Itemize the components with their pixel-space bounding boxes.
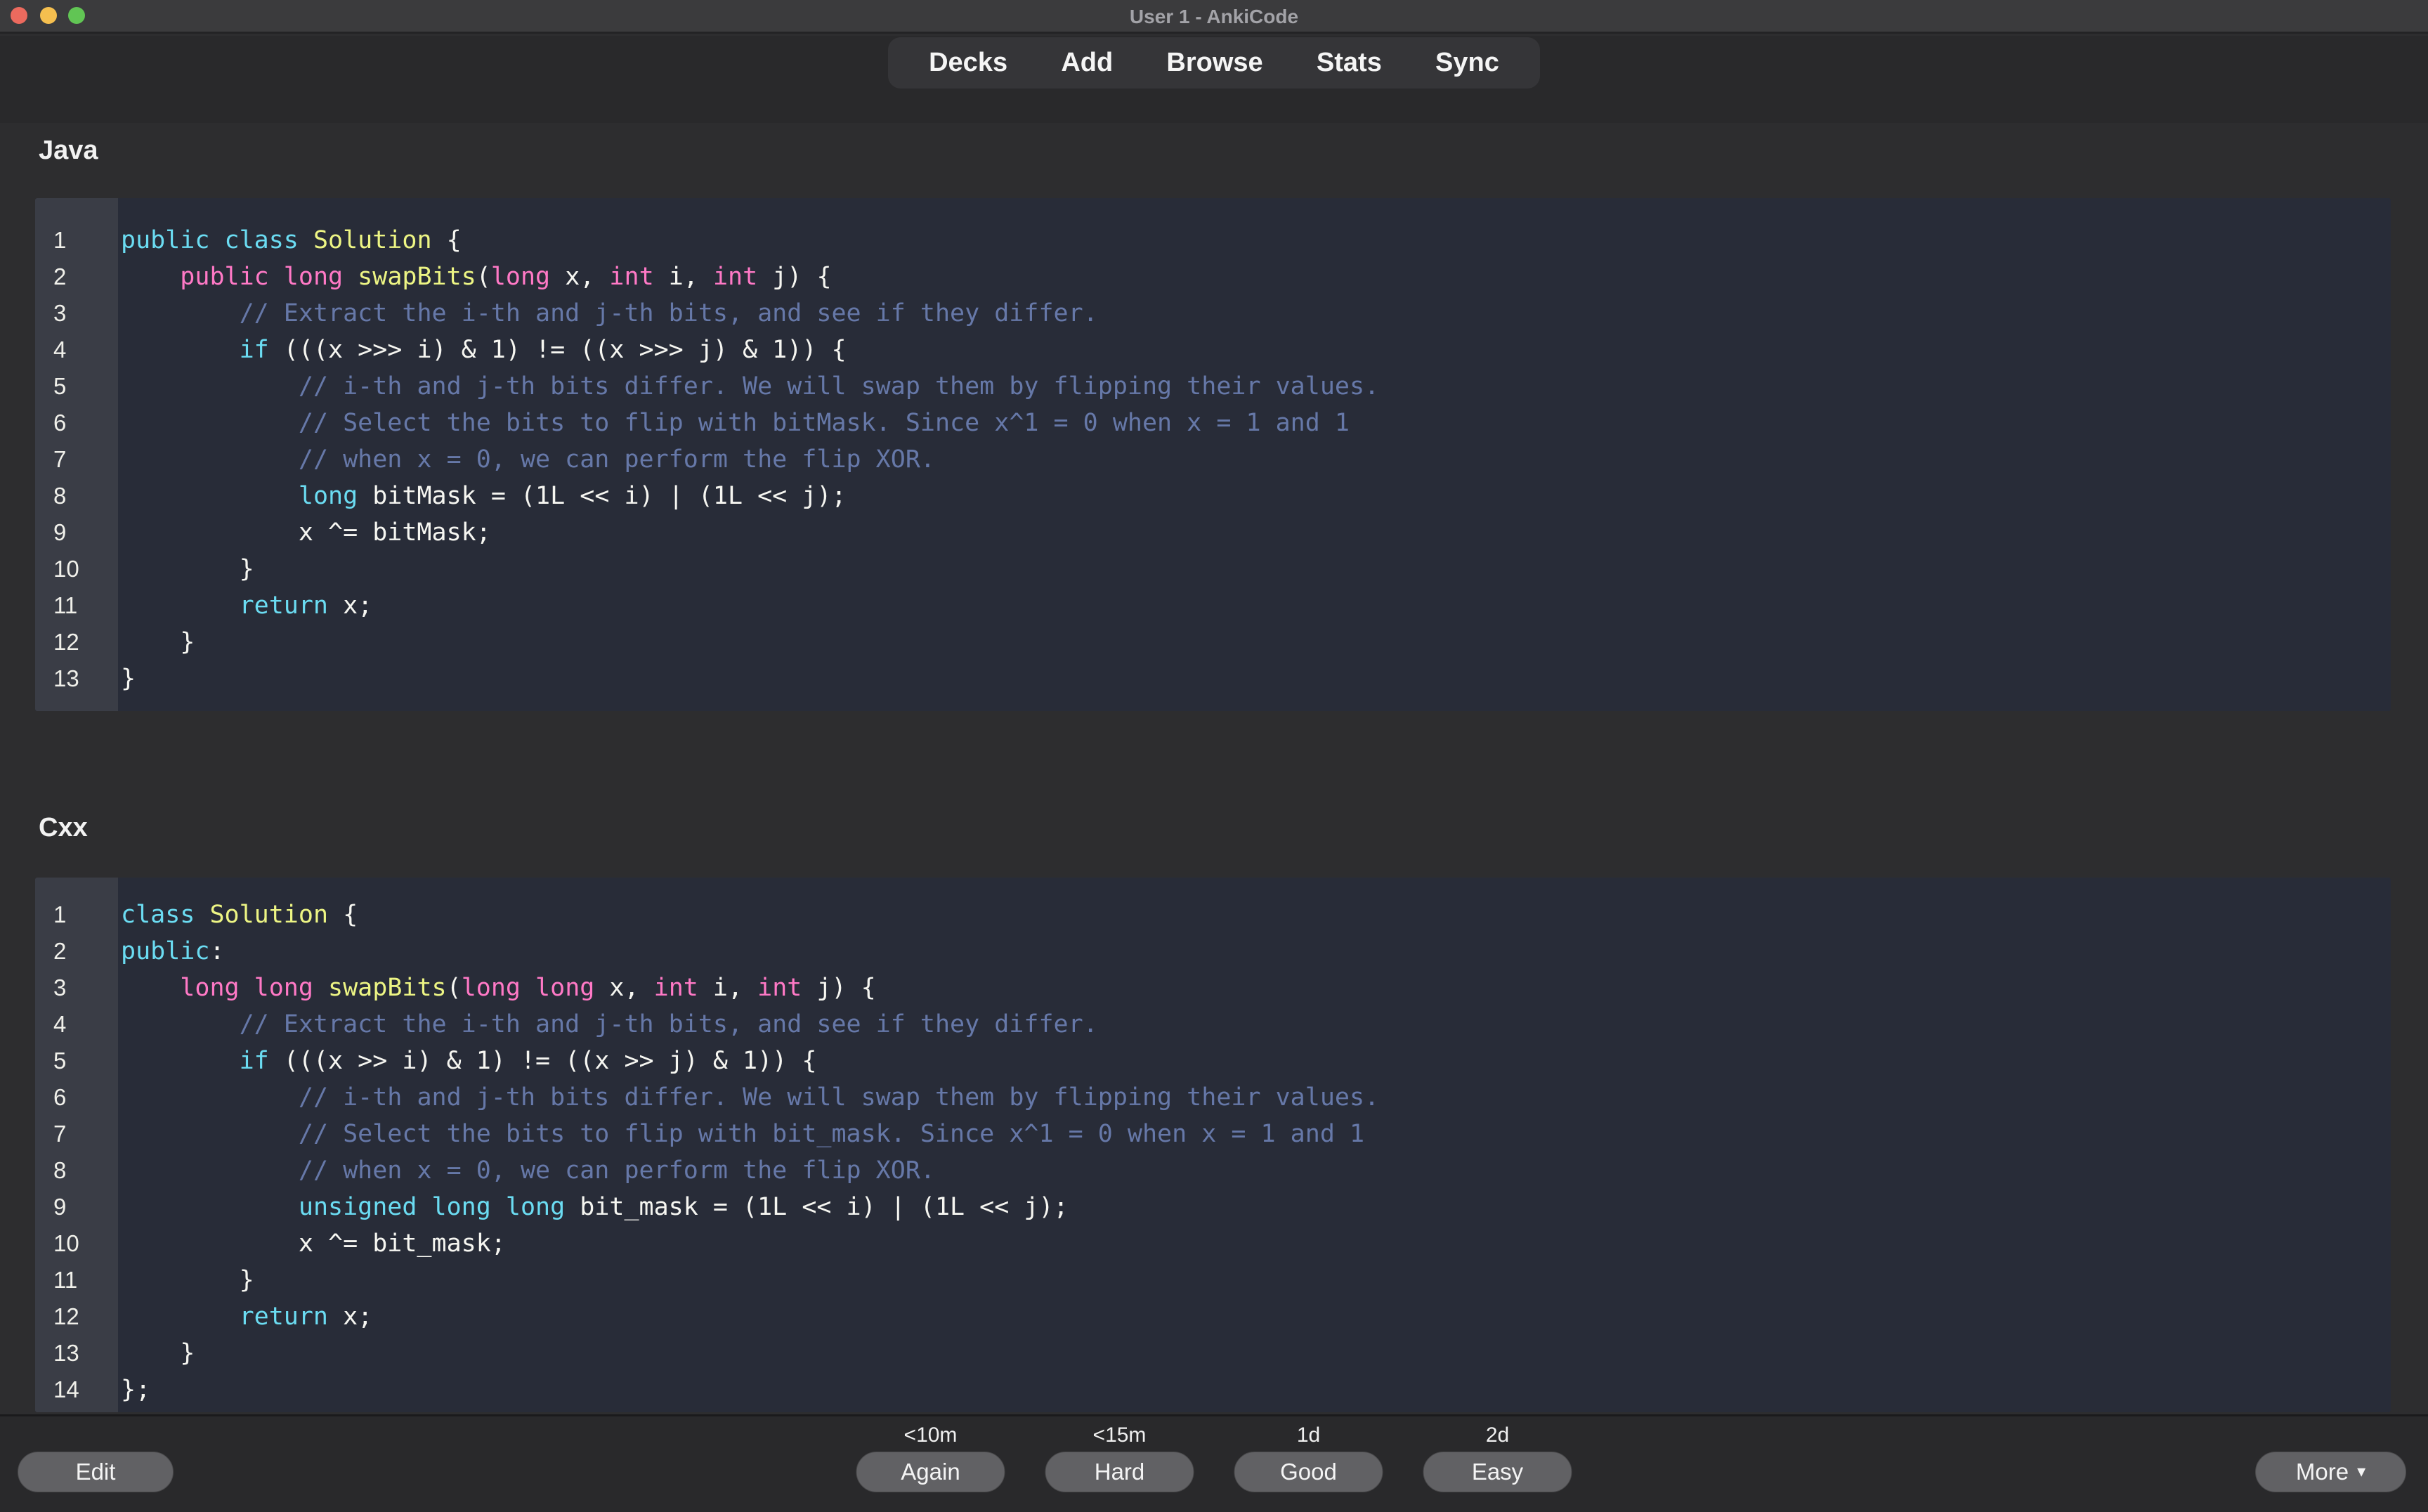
code-line: if (((x >> i) & 1) != ((x >> j) & 1)) { — [121, 1043, 2391, 1079]
line-number-gutter: 1234567891011121314 — [35, 878, 118, 1412]
code-line: } — [121, 660, 2391, 697]
line-number: 2 — [35, 259, 118, 295]
interval-label-again: <10m — [904, 1422, 958, 1449]
line-number: 2 — [35, 933, 118, 970]
interval-label-easy: 2d — [1486, 1422, 1509, 1449]
line-number: 11 — [35, 587, 118, 624]
line-number: 4 — [35, 1006, 118, 1043]
line-number: 12 — [35, 1298, 118, 1335]
again-button[interactable]: Again — [856, 1452, 1005, 1492]
code-line: } — [121, 1335, 2391, 1371]
line-number: 8 — [35, 478, 118, 514]
code-line: public: — [121, 933, 2391, 970]
rating-col-again: <10m Again — [856, 1416, 1005, 1492]
code-line: x ^= bitMask; — [121, 514, 2391, 551]
section-heading-java: Java — [39, 135, 98, 166]
line-number: 1 — [35, 897, 118, 933]
code-lines: class Solution {public: long long swapBi… — [118, 878, 2391, 1412]
toolbar-item-stats[interactable]: Stats — [1317, 48, 1382, 78]
code-line: // when x = 0, we can perform the flip X… — [121, 441, 2391, 478]
titlebar: User 1 - AnkiCode — [0, 0, 2428, 34]
line-number: 5 — [35, 368, 118, 405]
code-line: return x; — [121, 1298, 2391, 1335]
line-number: 1 — [35, 222, 118, 259]
more-button[interactable]: More ▾ — [2255, 1452, 2406, 1492]
code-line: long bitMask = (1L << i) | (1L << j); — [121, 478, 2391, 514]
line-number: 6 — [35, 1079, 118, 1116]
code-line: public long swapBits(long x, int i, int … — [121, 259, 2391, 295]
code-block-cxx: 1234567891011121314 class Solution {publ… — [35, 878, 2391, 1412]
line-number-gutter: 12345678910111213 — [35, 198, 118, 711]
hard-button[interactable]: Hard — [1045, 1452, 1194, 1492]
code-line: x ^= bit_mask; — [121, 1225, 2391, 1262]
code-line: // Extract the i-th and j-th bits, and s… — [121, 1006, 2391, 1043]
rating-col-hard: <15m Hard — [1045, 1416, 1194, 1492]
line-number: 7 — [35, 1116, 118, 1152]
code-lines: public class Solution { public long swap… — [118, 198, 2391, 711]
line-number: 12 — [35, 624, 118, 660]
line-number: 10 — [35, 1225, 118, 1262]
code-block-java: 12345678910111213 public class Solution … — [35, 198, 2391, 711]
easy-button[interactable]: Easy — [1423, 1452, 1572, 1492]
line-number: 8 — [35, 1152, 118, 1189]
code-line: // i-th and j-th bits differ. We will sw… — [121, 368, 2391, 405]
top-toolbar: Decks Add Browse Stats Sync — [0, 36, 2428, 123]
interval-label-good: 1d — [1297, 1422, 1320, 1449]
toolbar-item-add[interactable]: Add — [1061, 48, 1113, 78]
line-number: 6 — [35, 405, 118, 441]
rating-col-easy: 2d Easy — [1423, 1416, 1572, 1492]
line-number: 9 — [35, 514, 118, 551]
rating-group: <10m Again <15m Hard 1d Good 2d Easy — [856, 1416, 1572, 1492]
code-line: // i-th and j-th bits differ. We will sw… — [121, 1079, 2391, 1116]
code-line: unsigned long long bit_mask = (1L << i) … — [121, 1189, 2391, 1225]
window-title: User 1 - AnkiCode — [0, 0, 2428, 34]
code-line: long long swapBits(long long x, int i, i… — [121, 970, 2391, 1006]
rating-col-good: 1d Good — [1234, 1416, 1383, 1492]
line-number: 11 — [35, 1262, 118, 1298]
toolbar-item-browse[interactable]: Browse — [1166, 48, 1262, 78]
line-number: 10 — [35, 551, 118, 587]
nav-pill: Decks Add Browse Stats Sync — [888, 37, 1540, 89]
code-line: // Select the bits to flip with bit_mask… — [121, 1116, 2391, 1152]
answer-bar: Edit <10m Again <15m Hard 1d Good 2d Eas… — [0, 1414, 2428, 1512]
line-number: 5 — [35, 1043, 118, 1079]
line-number: 14 — [35, 1371, 118, 1408]
line-number: 3 — [35, 295, 118, 332]
code-line: // Extract the i-th and j-th bits, and s… — [121, 295, 2391, 332]
line-number: 4 — [35, 332, 118, 368]
dropdown-arrow-icon: ▾ — [2357, 1464, 2365, 1480]
line-number: 7 — [35, 441, 118, 478]
edit-button[interactable]: Edit — [18, 1452, 174, 1492]
code-line: return x; — [121, 587, 2391, 624]
code-line: // Select the bits to flip with bitMask.… — [121, 405, 2391, 441]
more-button-label: More — [2296, 1459, 2349, 1485]
code-line: // when x = 0, we can perform the flip X… — [121, 1152, 2391, 1189]
code-line: } — [121, 1262, 2391, 1298]
interval-label-hard: <15m — [1093, 1422, 1147, 1449]
code-line: }; — [121, 1371, 2391, 1408]
code-line: class Solution { — [121, 897, 2391, 933]
code-line: } — [121, 551, 2391, 587]
good-button[interactable]: Good — [1234, 1452, 1383, 1492]
line-number: 13 — [35, 660, 118, 697]
line-number: 9 — [35, 1189, 118, 1225]
section-heading-cxx: Cxx — [39, 812, 88, 843]
toolbar-item-decks[interactable]: Decks — [929, 48, 1007, 78]
code-line: } — [121, 624, 2391, 660]
toolbar-item-sync[interactable]: Sync — [1435, 48, 1499, 78]
code-line: if (((x >>> i) & 1) != ((x >>> j) & 1)) … — [121, 332, 2391, 368]
line-number: 3 — [35, 970, 118, 1006]
app-window: User 1 - AnkiCode Decks Add Browse Stats… — [0, 0, 2428, 1512]
code-line: public class Solution { — [121, 222, 2391, 259]
line-number: 13 — [35, 1335, 118, 1371]
